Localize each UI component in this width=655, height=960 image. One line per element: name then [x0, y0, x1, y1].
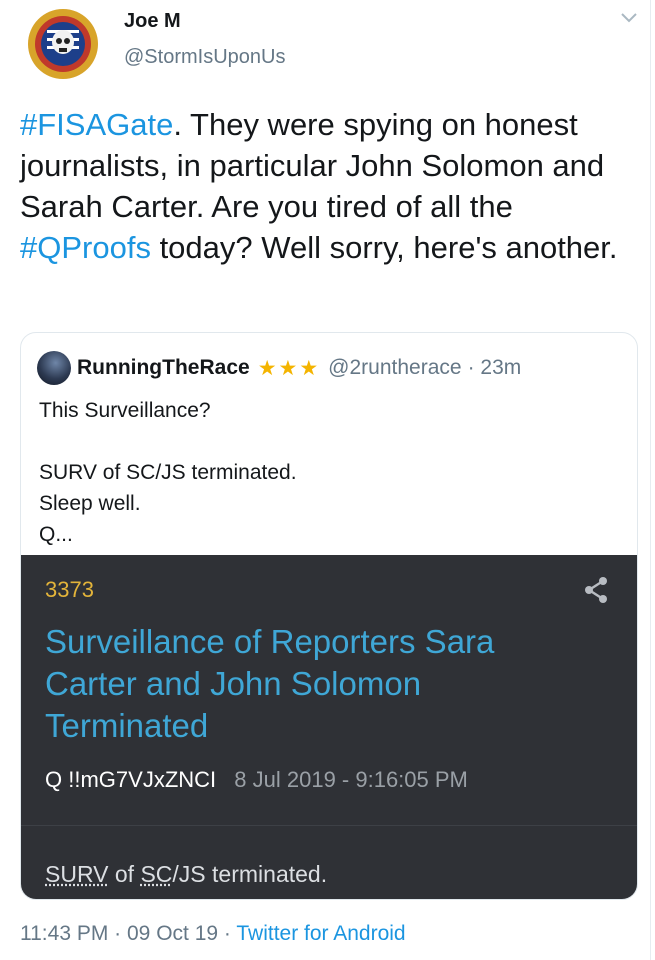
tweet-text-segment: today? Well sorry, here's another. [150, 230, 618, 265]
tweet-time[interactable]: 11:43 PM [20, 922, 108, 945]
mega-avatar-icon [28, 9, 98, 79]
tweet-menu-button[interactable] [618, 8, 640, 26]
post-author: Q [45, 767, 63, 792]
hashtag-fisagate[interactable]: #FISAGate [20, 107, 173, 142]
quoted-line: Q... [39, 523, 73, 546]
tweet-date[interactable]: 09 Oct 19 [127, 922, 218, 945]
quoted-tweet-time: · 23m [467, 356, 522, 379]
quoted-author-name[interactable]: RunningTheRace [77, 356, 250, 380]
tweet-source-link[interactable]: Twitter for Android [236, 922, 405, 945]
separator: · [108, 922, 127, 945]
author-avatar[interactable] [20, 8, 106, 80]
post-number: 3373 [45, 577, 94, 602]
abbr-sc: SC [140, 861, 173, 887]
quoted-line: Sleep well. [39, 492, 141, 515]
quoted-line [39, 426, 297, 457]
post-body: SURV of SC/JS terminated. [45, 861, 327, 888]
post-title: Surveillance of Reporters Sara Carter an… [45, 623, 495, 744]
post-divider [21, 825, 637, 826]
post-body-text: of [108, 861, 141, 887]
post-meta: Q !!mG7VJxZNCI 8 Jul 2019 - 9:16:05 PM [45, 767, 468, 793]
quoted-tweet-body: This Surveillance? SURV of SC/JS termina… [39, 395, 297, 550]
timeline-edge [650, 0, 651, 960]
quoted-tweet-card[interactable]: RunningTheRace ★★★ @2runtherace · 23m Th… [20, 332, 638, 900]
tweet-text: #FISAGate. They were spying on honest jo… [20, 104, 635, 268]
post-date: 8 Jul 2019 - 9:16:05 PM [234, 767, 468, 792]
tweet-footer: 11:43 PM · 09 Oct 19 · Twitter for Andro… [20, 922, 406, 946]
quoted-author-avatar[interactable] [37, 351, 71, 385]
separator: · [218, 922, 237, 945]
chevron-down-icon [621, 13, 637, 23]
quoted-author-handle[interactable]: @2runtherace [328, 356, 461, 380]
post-body-text: /JS terminated. [172, 861, 328, 887]
quoted-line: SURV of SC/JS terminated. [39, 461, 297, 484]
quoted-line: This Surveillance? [39, 399, 211, 422]
abbr-surv: SURV [45, 861, 109, 887]
star-icons: ★★★ [257, 356, 321, 380]
share-icon [585, 577, 607, 603]
q-post-screenshot[interactable]: 3373 Surveillance of Reporters Sara Cart… [21, 555, 637, 899]
post-tripcode: !!mG7VJxZNCI [68, 767, 217, 792]
share-button[interactable] [581, 575, 611, 605]
author-handle[interactable]: @StormIsUponUs [124, 46, 285, 69]
author-display-name[interactable]: Joe M [124, 10, 181, 33]
hashtag-qproofs[interactable]: #QProofs [20, 230, 151, 265]
quoted-tweet-header: RunningTheRace ★★★ @2runtherace · 23m [37, 351, 522, 385]
